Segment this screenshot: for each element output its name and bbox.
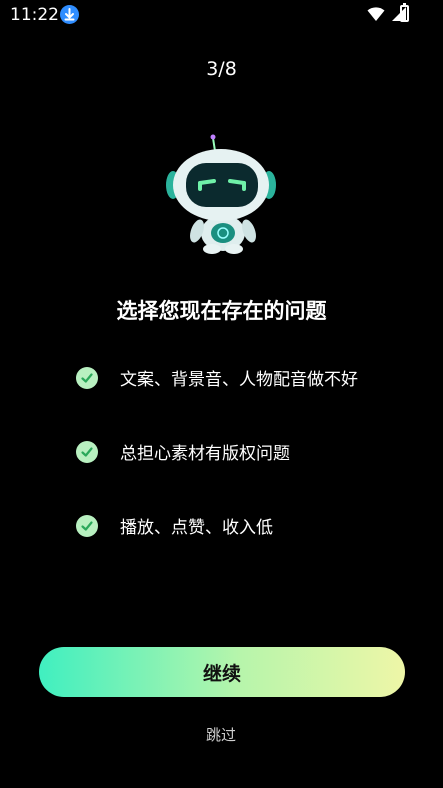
robot-mascot-image — [160, 133, 280, 258]
page-title: 选择您现在存在的问题 — [116, 299, 327, 323]
battery-icon — [400, 3, 409, 22]
option-label: 总担心素材有版权问题 — [120, 444, 290, 464]
status-bar: 11:22 — [0, 0, 443, 30]
option-label: 文案、背景音、人物配音做不好 — [120, 370, 358, 390]
wifi-icon — [367, 6, 385, 26]
status-time: 11:22 — [10, 5, 59, 25]
download-icon — [60, 5, 79, 24]
check-icon — [76, 366, 98, 389]
check-icon — [76, 440, 98, 463]
option-item[interactable]: 播放、点赞、收入低 — [76, 513, 273, 538]
option-item[interactable]: 总担心素材有版权问题 — [76, 439, 290, 464]
step-indicator: 3/8 — [206, 58, 237, 80]
option-label: 播放、点赞、收入低 — [120, 518, 273, 538]
check-icon — [76, 514, 98, 537]
option-item[interactable]: 文案、背景音、人物配音做不好 — [76, 365, 358, 390]
skip-link[interactable]: 跳过 — [206, 724, 236, 745]
continue-button[interactable]: 继续 — [39, 647, 405, 697]
